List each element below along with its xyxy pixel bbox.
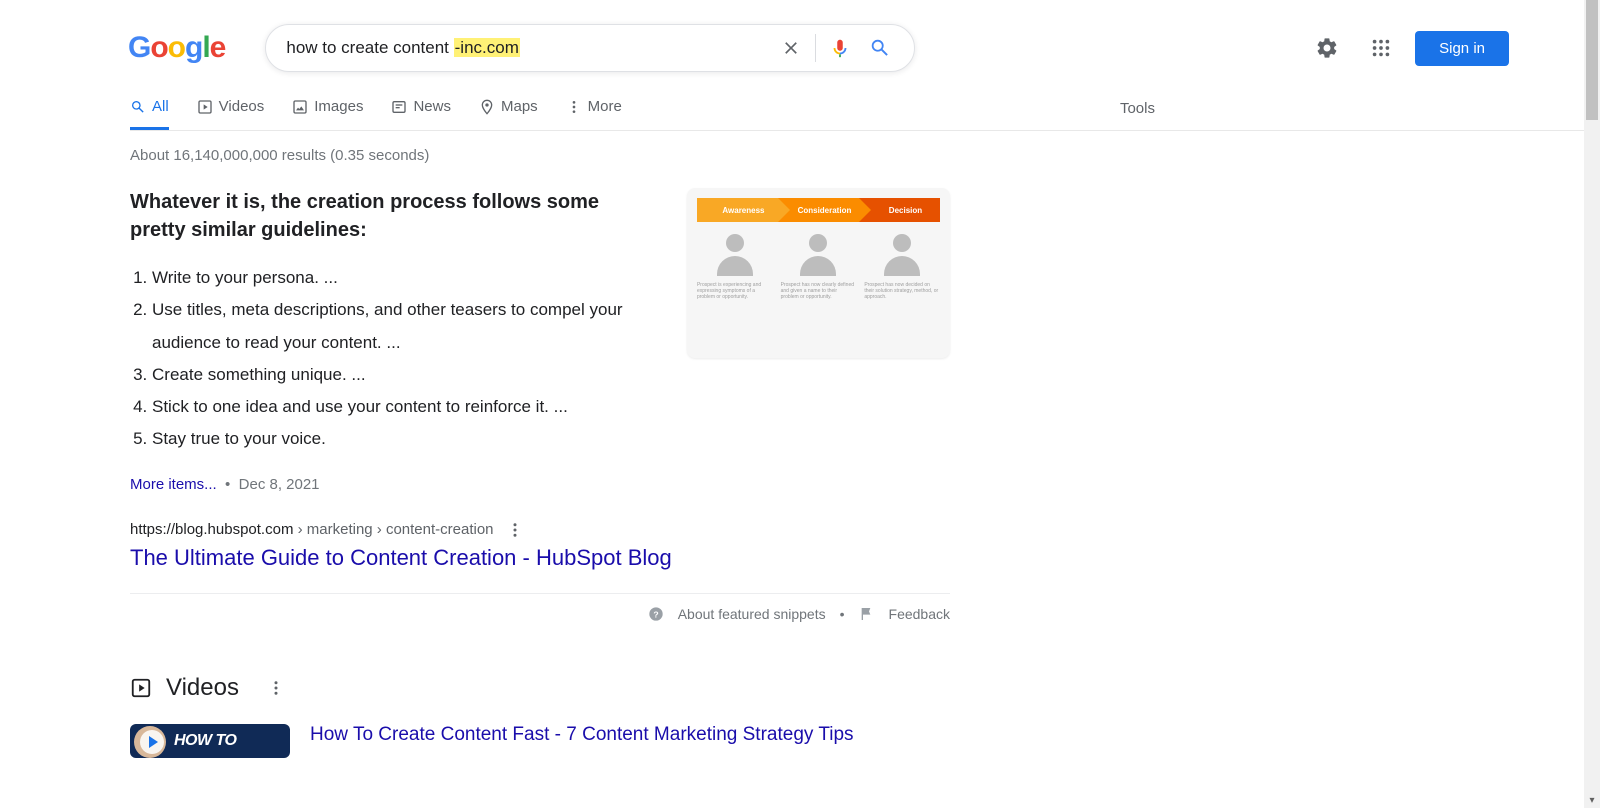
image-icon <box>292 99 308 115</box>
tab-label: News <box>413 98 451 115</box>
logo-letter: o <box>168 31 185 65</box>
tab-maps[interactable]: Maps <box>479 98 538 130</box>
result-title-link[interactable]: The Ultimate Guide to Content Creation -… <box>130 545 672 571</box>
snippet-heading: Whatever it is, the creation process fol… <box>130 188 620 244</box>
microphone-icon <box>829 37 851 59</box>
persona-row: Prospect is experiencing and expressing … <box>697 232 940 300</box>
result-menu-button[interactable] <box>506 521 524 539</box>
svg-text:?: ? <box>653 609 658 619</box>
tab-images[interactable]: Images <box>292 98 363 130</box>
persona-icon: Prospect has now decided on their soluti… <box>864 232 940 300</box>
videos-section-header: Videos <box>130 674 950 702</box>
play-outline-icon <box>197 99 213 115</box>
search-icon <box>869 37 891 59</box>
thumb-overlay-text: HOW TO <box>174 732 236 750</box>
snippet-list: Write to your persona. ... Use titles, m… <box>152 262 657 456</box>
feedback-link[interactable]: Feedback <box>889 606 950 622</box>
snippet-item: Write to your persona. ... <box>152 262 657 294</box>
tab-label: Maps <box>501 98 538 115</box>
apps-button[interactable] <box>1361 28 1401 68</box>
snippet-date: Dec 8, 2021 <box>239 476 320 493</box>
video-title-link[interactable]: How To Create Content Fast - 7 Content M… <box>310 724 854 746</box>
more-vertical-icon <box>267 679 285 697</box>
tab-more[interactable]: More <box>566 98 622 130</box>
result-host: https://blog.hubspot.com <box>130 521 293 538</box>
pin-icon <box>479 99 495 115</box>
funnel-stage-decision: Decision <box>859 198 940 222</box>
tab-news[interactable]: News <box>391 98 451 130</box>
tab-all[interactable]: All <box>130 98 169 130</box>
google-logo[interactable]: G o o g l e <box>128 31 225 65</box>
snippet-item: Stick to one idea and use your content t… <box>152 391 657 423</box>
play-icon <box>140 730 164 754</box>
settings-button[interactable] <box>1307 28 1347 68</box>
flag-icon <box>859 606 875 622</box>
funnel-stage-consideration: Consideration <box>778 198 859 222</box>
persona-icon: Prospect has now clearly defined and giv… <box>781 232 857 300</box>
info-icon: ? <box>648 606 664 622</box>
result-path: › marketing › content-creation <box>293 521 493 538</box>
section-menu-button[interactable] <box>267 679 285 697</box>
video-thumbnail[interactable]: HOW TO <box>130 724 290 758</box>
bullet: • <box>840 606 845 622</box>
more-items-row: More items... • Dec 8, 2021 <box>130 476 950 493</box>
persona-icon: Prospect is experiencing and expressing … <box>697 232 773 300</box>
logo-letter: l <box>202 31 209 65</box>
more-items-link[interactable]: More items... <box>130 476 217 493</box>
gear-icon <box>1315 36 1339 60</box>
logo-letter: o <box>150 31 167 65</box>
tab-label: Images <box>314 98 363 115</box>
search-tabs: All Videos Images News Maps More <box>130 98 1600 131</box>
voice-search-button[interactable] <box>820 28 860 68</box>
funnel-arrows: Awareness Consideration Decision <box>697 198 940 222</box>
snippet-thumbnail[interactable]: Awareness Consideration Decision Prospec… <box>687 188 950 358</box>
snippet-item: Use titles, meta descriptions, and other… <box>152 294 657 359</box>
tools-button[interactable]: Tools <box>1120 100 1155 129</box>
search-input[interactable]: how to create content -inc.com <box>286 38 771 58</box>
search-icon <box>130 99 146 115</box>
logo-letter: G <box>128 31 150 65</box>
about-featured-snippets-link[interactable]: About featured snippets <box>678 606 826 622</box>
video-result: HOW TO How To Create Content Fast - 7 Co… <box>130 724 950 758</box>
more-vertical-icon <box>506 521 524 539</box>
results-content: About 16,140,000,000 results (0.35 secon… <box>130 147 950 758</box>
featured-snippet: Whatever it is, the creation process fol… <box>130 188 950 456</box>
tab-videos[interactable]: Videos <box>197 98 265 130</box>
apps-grid-icon <box>1370 37 1392 59</box>
search-button[interactable] <box>860 28 900 68</box>
tab-label: More <box>588 98 622 115</box>
sign-in-button[interactable]: Sign in <box>1415 31 1509 66</box>
snippet-text-col: Whatever it is, the creation process fol… <box>130 188 657 456</box>
snippet-item: Stay true to your voice. <box>152 423 657 455</box>
featured-snippet-footer: ? About featured snippets • Feedback <box>130 593 950 634</box>
funnel-stage-awareness: Awareness <box>697 198 778 222</box>
query-operator-highlight: -inc.com <box>454 38 520 57</box>
query-text: how to create content <box>286 38 453 57</box>
scrollbar-down-arrow[interactable]: ▾ <box>1584 792 1600 808</box>
separator <box>815 34 816 62</box>
bullet: • <box>225 476 230 493</box>
scrollbar[interactable]: ▾ <box>1584 0 1600 808</box>
more-vertical-icon <box>566 99 582 115</box>
result-url-row: https://blog.hubspot.com › marketing › c… <box>130 521 950 539</box>
result-stats: About 16,140,000,000 results (0.35 secon… <box>130 147 950 164</box>
scrollbar-thumb[interactable] <box>1586 0 1598 120</box>
tab-label: Videos <box>219 98 265 115</box>
logo-letter: g <box>185 31 202 65</box>
tab-label: All <box>152 98 169 115</box>
search-box[interactable]: how to create content -inc.com <box>265 24 915 72</box>
news-icon <box>391 99 407 115</box>
logo-letter: e <box>210 31 226 65</box>
header: G o o g l e how to create content -inc.c… <box>0 0 1545 72</box>
snippet-item: Create something unique. ... <box>152 359 657 391</box>
section-title: Videos <box>166 674 239 702</box>
top-right-controls: Sign in <box>1307 28 1509 68</box>
clear-search-button[interactable] <box>771 28 811 68</box>
close-icon <box>781 38 801 58</box>
play-outline-icon <box>130 677 152 699</box>
